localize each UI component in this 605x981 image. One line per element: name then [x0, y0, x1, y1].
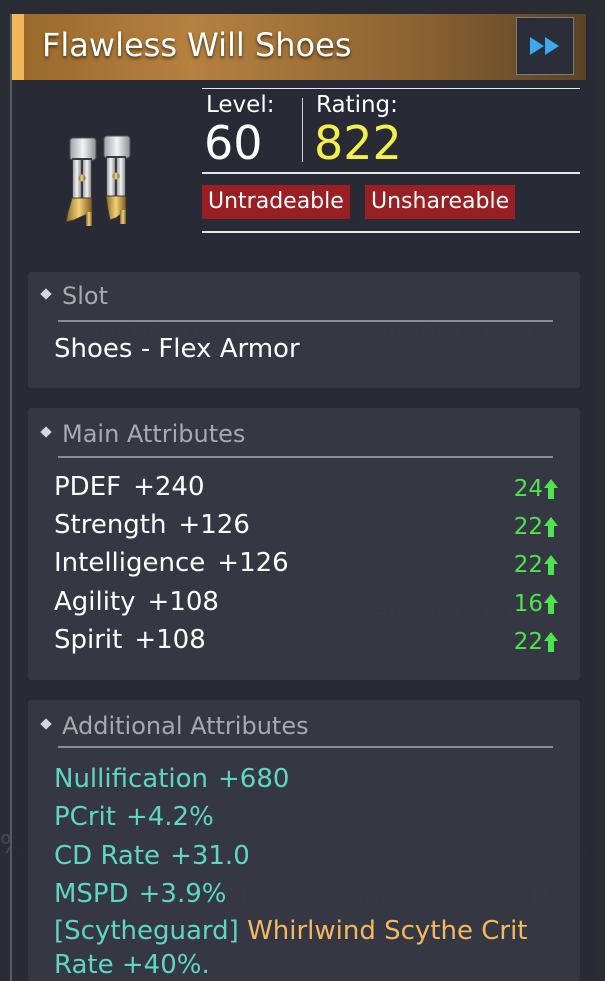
attribute-bonus: 16 — [514, 591, 558, 617]
attribute-bonus: 22 — [514, 552, 558, 578]
fast-forward-icon — [530, 37, 559, 55]
divider — [202, 172, 580, 174]
up-arrow-icon — [544, 479, 558, 499]
attribute-name: CD Rate — [54, 841, 161, 871]
attribute-name: Nullification — [54, 764, 209, 794]
attribute-value: +108 — [134, 625, 206, 655]
slot-value: Shoes - Flex Armor — [54, 334, 300, 364]
set-effect-prefix: [Scytheguard] — [54, 916, 239, 946]
attribute-name: Agility — [54, 587, 136, 617]
attribute-row: Strength +126 — [54, 510, 250, 540]
divider — [58, 456, 553, 458]
attribute-value: +3.9% — [138, 879, 227, 909]
up-arrow-icon — [544, 594, 558, 614]
attribute-value: +240 — [133, 472, 205, 502]
level-rating-block: Level: 60 Rating: 822 Untradeable Unshar… — [202, 88, 580, 248]
slot-heading: Slot — [40, 282, 108, 310]
attribute-name: PCrit — [54, 802, 116, 832]
attribute-value: +126 — [217, 548, 289, 578]
attribute-value: +680 — [218, 764, 290, 794]
rating-value: 822 — [314, 116, 402, 170]
additional-attributes-heading: Additional Attributes — [40, 712, 309, 740]
attribute-bonus: 22 — [514, 629, 558, 655]
up-arrow-icon — [544, 632, 558, 652]
additional-attribute-row: CD Rate +31.0 — [54, 841, 250, 871]
additional-attribute-row: PCrit +4.2% — [54, 802, 214, 832]
additional-attributes-section: Additional Attributes Nullification +680 … — [28, 700, 580, 981]
slot-section: Slot Shoes - Flex Armor — [28, 272, 580, 388]
main-attributes-section: Main Attributes PDEF +240 24 Strength +126… — [28, 408, 580, 680]
additional-attribute-row: Nullification +680 — [54, 764, 289, 794]
diamond-bullet-icon — [40, 426, 52, 438]
divider — [202, 231, 580, 233]
set-effect-line: [Scytheguard] Whirlwind Scythe Crit — [54, 916, 528, 946]
attribute-value: +108 — [147, 587, 219, 617]
attribute-row: Intelligence +126 — [54, 548, 289, 578]
attribute-value: +31.0 — [170, 841, 250, 871]
up-arrow-icon — [544, 517, 558, 537]
divider — [202, 88, 580, 89]
attribute-row: PDEF +240 — [54, 472, 205, 502]
divider — [302, 98, 303, 162]
additional-attribute-row: MSPD +3.9% — [54, 879, 226, 909]
fast-forward-button[interactable] — [516, 17, 574, 75]
unshareable-badge: Unshareable — [365, 185, 516, 219]
boots-icon — [65, 135, 131, 226]
set-effect-text-2: Rate +40%. — [54, 950, 210, 980]
attribute-row: Agility +108 — [54, 587, 219, 617]
untradeable-badge: Untradeable — [202, 185, 350, 219]
attribute-name: PDEF — [54, 472, 122, 502]
attribute-value: +4.2% — [125, 802, 214, 832]
set-effect-text: Whirlwind Scythe Crit — [247, 916, 528, 946]
item-tooltip-panel: Flawless Will Shoes Level: 60 Rating: 82… — [10, 14, 594, 981]
attribute-name: MSPD — [54, 879, 129, 909]
item-name: Flawless Will Shoes — [42, 26, 352, 64]
up-arrow-icon — [544, 555, 558, 575]
attribute-bonus: 22 — [514, 514, 558, 540]
attribute-name: Strength — [54, 510, 167, 540]
attribute-name: Intelligence — [54, 548, 206, 578]
level-label: Level: — [206, 92, 275, 118]
attribute-value: +126 — [178, 510, 250, 540]
main-attributes-heading: Main Attributes — [40, 420, 245, 448]
rating-label: Rating: — [316, 92, 398, 118]
diamond-bullet-icon — [40, 288, 52, 300]
attribute-bonus: 24 — [514, 476, 558, 502]
level-value: 60 — [204, 116, 263, 170]
set-effect-line-2: Rate +40%. — [54, 950, 210, 980]
item-title-bar: Flawless Will Shoes — [12, 14, 586, 80]
attribute-row: Spirit +108 — [54, 625, 206, 655]
diamond-bullet-icon — [40, 718, 52, 730]
divider — [58, 746, 553, 748]
divider — [58, 320, 553, 322]
attribute-name: Spirit — [54, 625, 123, 655]
